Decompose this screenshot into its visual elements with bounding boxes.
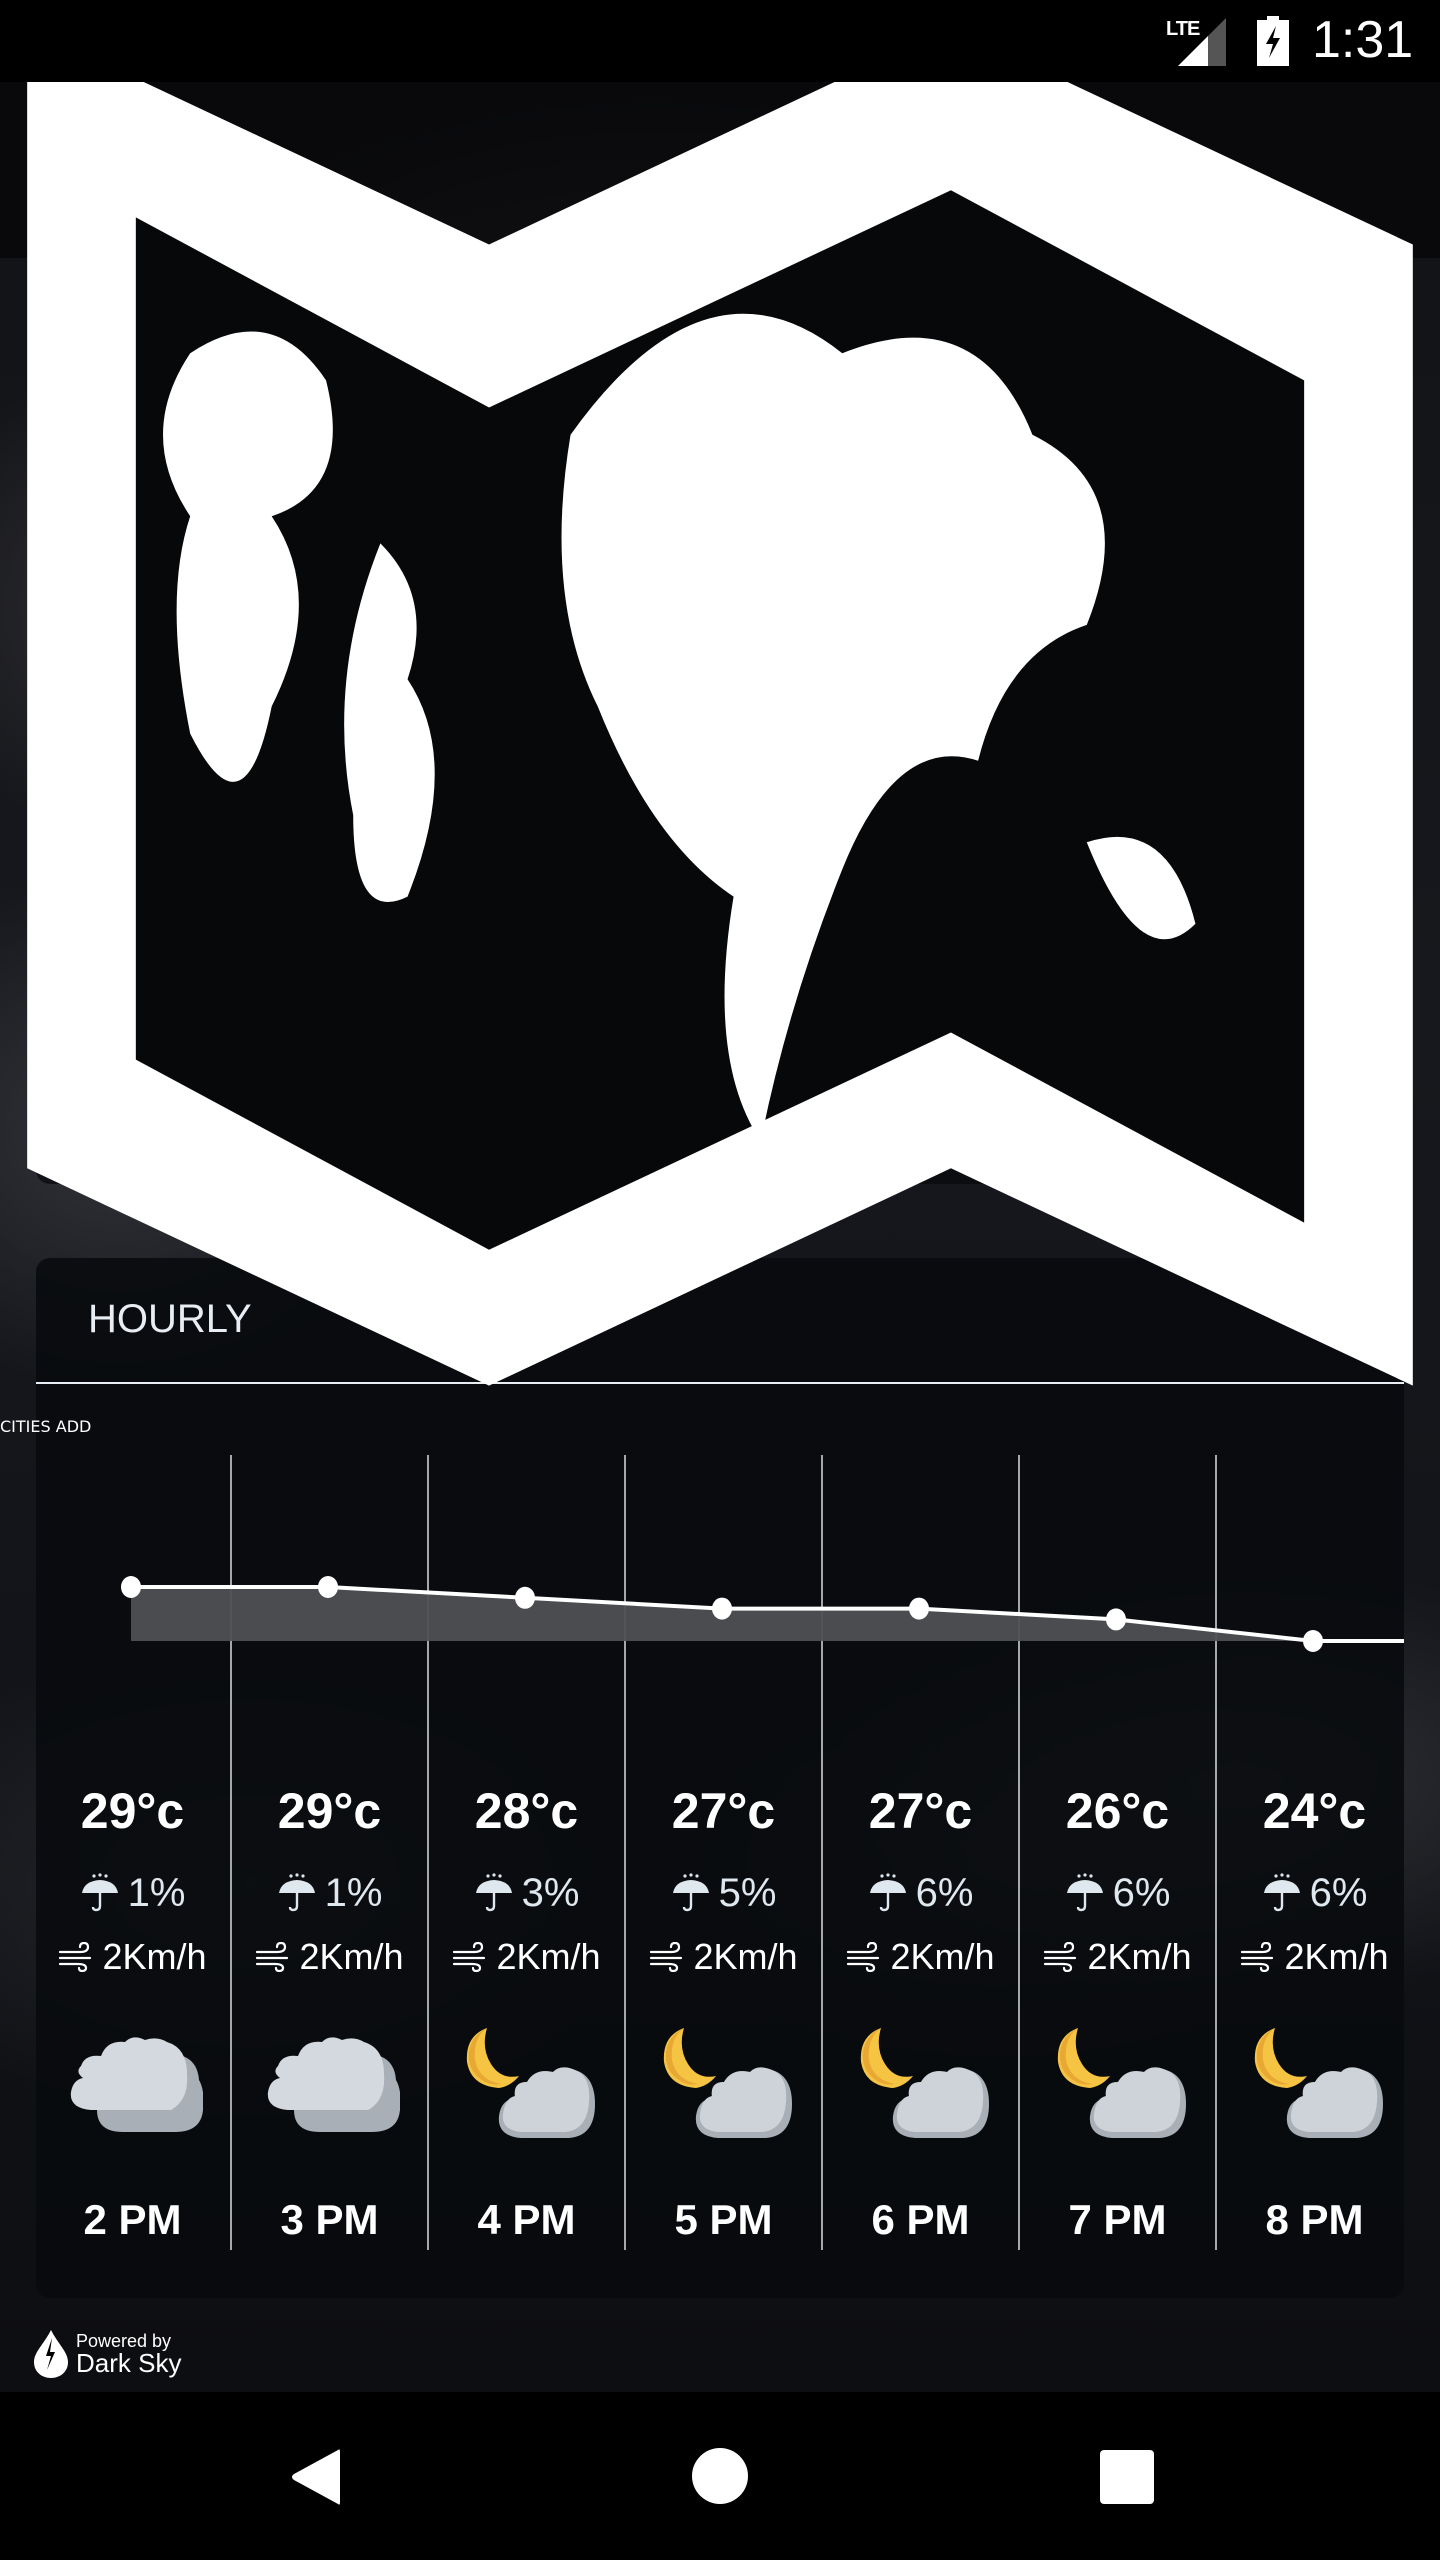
status-bar: LTE 1:31 xyxy=(0,0,1440,82)
cloudy-icon xyxy=(63,2026,203,2146)
wind-icon xyxy=(649,1942,693,1972)
hourly-precip-value: 6% xyxy=(1112,1871,1171,1915)
hourly-temp: 29°c xyxy=(277,1783,382,1839)
world-map-icon[interactable] xyxy=(0,0,1440,1417)
hourly-precip: 6% xyxy=(1216,1868,1413,1918)
hourly-item: 26°c 6% 2Km/h 7 PM xyxy=(1019,1770,1216,2244)
signal-icon xyxy=(1178,18,1226,66)
hourly-time: 8 PM xyxy=(1265,2196,1364,2243)
powered-by-dark-sky[interactable]: Powered by Dark Sky xyxy=(34,2330,181,2378)
hourly-time: 3 PM xyxy=(280,2196,379,2243)
hourly-precip: 6% xyxy=(1019,1868,1216,1918)
temperature-point xyxy=(909,1597,929,1620)
hourly-wind: 2Km/h xyxy=(34,1932,231,1982)
hourly-precip: 1% xyxy=(231,1868,428,1918)
hourly-wind-value: 2Km/h xyxy=(693,1936,798,1977)
home-icon[interactable] xyxy=(692,2448,748,2504)
hourly-wind: 2Km/h xyxy=(231,1932,428,1982)
hourly-precip: 5% xyxy=(625,1868,822,1918)
add-button[interactable]: ADD xyxy=(56,1417,92,1436)
hourly-temp: 28°c xyxy=(474,1783,579,1839)
hourly-wind-value: 2Km/h xyxy=(496,1936,601,1977)
hourly-time: 2 PM xyxy=(83,2196,182,2243)
cloudy-icon xyxy=(260,2026,400,2146)
hourly-precip: 6% xyxy=(822,1868,1019,1918)
status-clock: 1:31 xyxy=(1312,11,1414,69)
hourly-time: 5 PM xyxy=(674,2196,773,2243)
temperature-point xyxy=(1106,1608,1126,1631)
hourly-temp: 27°c xyxy=(868,1783,973,1839)
hourly-time: 7 PM xyxy=(1068,2196,1167,2243)
umbrella-icon xyxy=(1065,1873,1113,1913)
wind-icon xyxy=(255,1942,299,1972)
powered-by-line2: Dark Sky xyxy=(76,2348,182,2378)
hourly-item: 28°c 3% 2Km/h 4 PM xyxy=(428,1770,625,2244)
hourly-temp: 27°c xyxy=(671,1783,776,1839)
umbrella-icon xyxy=(80,1873,128,1913)
temperature-point xyxy=(318,1576,338,1598)
partly-cloudy-night-icon xyxy=(457,2026,597,2146)
hourly-time: 4 PM xyxy=(477,2196,576,2243)
umbrella-icon xyxy=(1262,1873,1310,1913)
umbrella-icon xyxy=(474,1873,522,1913)
partly-cloudy-night-icon xyxy=(1048,2026,1188,2146)
temperature-point xyxy=(121,1576,141,1598)
hourly-precip-value: 1% xyxy=(127,1871,186,1915)
hourly-item: 24°c 6% 2Km/h 8 PM xyxy=(1216,1770,1413,2244)
hourly-temp: 29°c xyxy=(80,1783,185,1839)
hourly-item: 27°c 5% 2Km/h 5 PM xyxy=(625,1770,822,2244)
hourly-precip: 3% xyxy=(428,1868,625,1918)
hourly-wind-value: 2Km/h xyxy=(1087,1936,1192,1977)
wind-icon xyxy=(452,1942,496,1972)
hourly-precip-value: 3% xyxy=(521,1871,580,1915)
wind-icon xyxy=(1240,1942,1284,1972)
temperature-point xyxy=(515,1586,535,1609)
hourly-wind: 2Km/h xyxy=(1019,1932,1216,1982)
hourly-wind: 2Km/h xyxy=(625,1932,822,1982)
partly-cloudy-night-icon xyxy=(851,2026,991,2146)
partly-cloudy-night-icon xyxy=(1245,2026,1385,2146)
umbrella-icon xyxy=(277,1873,325,1913)
hourly-wind-value: 2Km/h xyxy=(299,1936,404,1977)
hourly-precip-value: 6% xyxy=(1309,1871,1368,1915)
recents-icon[interactable] xyxy=(1100,2450,1154,2504)
hourly-precip-value: 1% xyxy=(324,1871,383,1915)
umbrella-icon xyxy=(868,1873,916,1913)
hourly-wind-value: 2Km/h xyxy=(1284,1936,1389,1977)
hourly-wind-value: 2Km/h xyxy=(102,1936,207,1977)
battery-charging-icon xyxy=(1257,16,1289,66)
hourly-wind: 2Km/h xyxy=(1216,1932,1413,1982)
hourly-precip-value: 5% xyxy=(718,1871,777,1915)
temperature-point xyxy=(712,1597,732,1620)
hourly-wind: 2Km/h xyxy=(428,1932,625,1982)
temperature-point xyxy=(1303,1630,1323,1652)
hourly-item: 29°c 1% 2Km/h 3 PM xyxy=(231,1770,428,2244)
hourly-time: 6 PM xyxy=(871,2196,970,2243)
cities-button[interactable]: CITIES xyxy=(0,1417,51,1436)
hourly-item: 29°c 1% 2Km/h 2 PM xyxy=(34,1770,231,2244)
partly-cloudy-night-icon xyxy=(654,2026,794,2146)
hourly-precip: 1% xyxy=(34,1868,231,1918)
umbrella-icon xyxy=(671,1873,719,1913)
hourly-precip-value: 6% xyxy=(915,1871,974,1915)
hourly-wind-value: 2Km/h xyxy=(890,1936,995,1977)
dark-sky-icon xyxy=(34,2330,68,2378)
wind-icon xyxy=(58,1942,102,1972)
back-icon[interactable] xyxy=(290,2448,342,2506)
hourly-item: 27°c 6% 2Km/h 6 PM xyxy=(822,1770,1019,2244)
hourly-wind: 2Km/h xyxy=(822,1932,1019,1982)
navigation-bar xyxy=(0,2392,1440,2560)
wind-icon xyxy=(846,1942,890,1972)
hourly-temp: 24°c xyxy=(1262,1783,1367,1839)
hourly-temp: 26°c xyxy=(1065,1783,1170,1839)
wind-icon xyxy=(1043,1942,1087,1972)
